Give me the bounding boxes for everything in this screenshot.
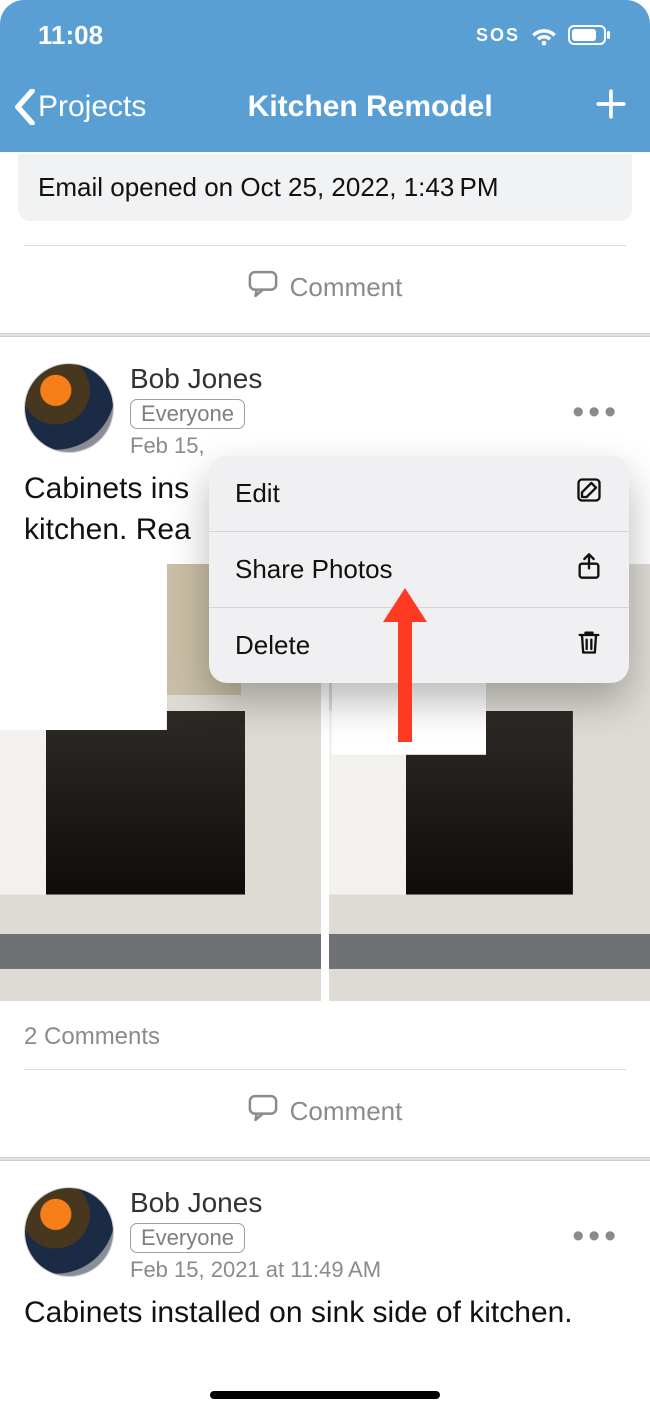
menu-item-label: Share Photos bbox=[235, 554, 393, 585]
post-meta: Bob Jones Everyone Feb 15, 2021 at 11:49… bbox=[130, 1187, 381, 1283]
add-button[interactable] bbox=[594, 85, 628, 129]
menu-item-label: Edit bbox=[235, 478, 280, 509]
post-timestamp: Feb 15, 2021 at 11:49 AM bbox=[130, 1257, 381, 1283]
more-button[interactable]: ••• bbox=[572, 393, 620, 432]
annotation-arrow-icon bbox=[375, 582, 435, 742]
visibility-badge: Everyone bbox=[130, 399, 245, 429]
battery-icon bbox=[568, 24, 612, 46]
comment-label: Comment bbox=[290, 1096, 403, 1127]
post-author: Bob Jones bbox=[130, 363, 262, 395]
trash-icon bbox=[575, 628, 603, 663]
share-icon bbox=[575, 552, 603, 587]
nav-bar: Projects Kitchen Remodel bbox=[0, 70, 650, 152]
back-label: Projects bbox=[38, 90, 146, 124]
status-bar: 11:08 SOS bbox=[0, 0, 650, 70]
page-title: Kitchen Remodel bbox=[248, 90, 493, 124]
edit-icon bbox=[575, 476, 603, 511]
home-indicator bbox=[210, 1391, 440, 1399]
avatar[interactable] bbox=[24, 363, 114, 453]
back-button[interactable]: Projects bbox=[14, 89, 146, 125]
email-opened-text: Email opened on Oct 25, 2022, 1:43 PM bbox=[38, 172, 499, 202]
status-time: 11:08 bbox=[38, 20, 103, 51]
comment-button[interactable]: Comment bbox=[24, 1070, 626, 1157]
post-header: Bob Jones Everyone Feb 15, ••• bbox=[24, 363, 626, 459]
post-author: Bob Jones bbox=[130, 1187, 381, 1219]
post-header: Bob Jones Everyone Feb 15, 2021 at 11:49… bbox=[24, 1187, 626, 1283]
comment-button[interactable]: Comment bbox=[0, 246, 650, 333]
status-right: SOS bbox=[476, 24, 612, 46]
avatar[interactable] bbox=[24, 1187, 114, 1277]
comments-count[interactable]: 2 Comments bbox=[24, 1001, 626, 1051]
comment-label: Comment bbox=[290, 272, 403, 303]
more-button[interactable]: ••• bbox=[572, 1217, 620, 1256]
wifi-icon bbox=[530, 24, 558, 46]
comment-icon bbox=[248, 1094, 278, 1129]
sos-indicator: SOS bbox=[476, 25, 520, 46]
comment-icon bbox=[248, 270, 278, 305]
visibility-badge: Everyone bbox=[130, 1223, 245, 1253]
post-body: Cabinets installed on sink side of kitch… bbox=[24, 1283, 626, 1348]
email-opened-card: Email opened on Oct 25, 2022, 1:43 PM bbox=[18, 154, 632, 221]
post: Bob Jones Everyone Feb 15, 2021 at 11:49… bbox=[0, 1161, 650, 1348]
post-meta: Bob Jones Everyone Feb 15, bbox=[130, 363, 262, 459]
menu-item-label: Delete bbox=[235, 630, 310, 661]
menu-item-edit[interactable]: Edit bbox=[209, 456, 629, 532]
